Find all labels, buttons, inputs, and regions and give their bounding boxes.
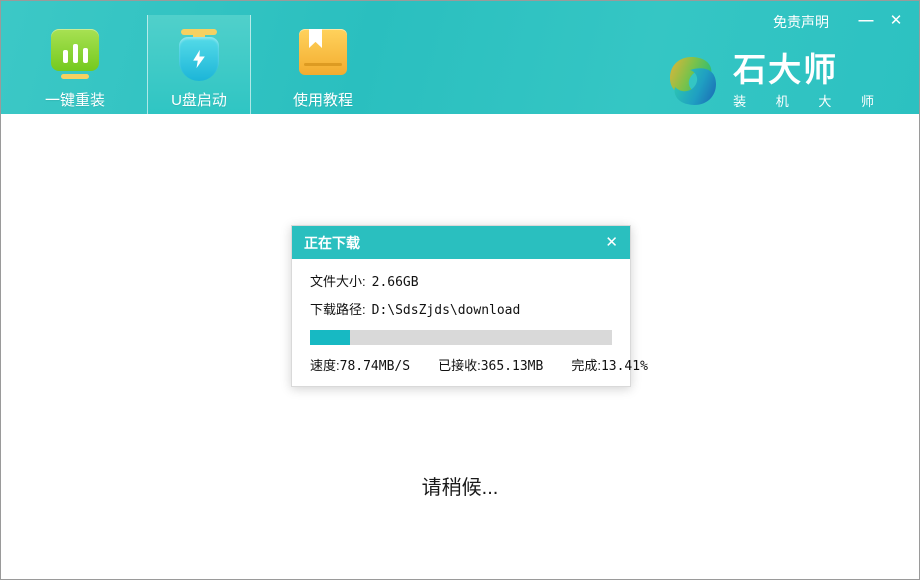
app-header: 一键重装 U盘启动 [1,1,919,114]
progress-bar-track [310,330,612,345]
dialog-close-icon[interactable]: ✕ [605,235,618,250]
tab-label: 使用教程 [293,89,353,110]
logo-subtitle: 装 机 大 师 [733,91,887,110]
speed-stat: 速度:78.74MB/S [310,355,410,374]
speed-value: 78.74MB/S [340,359,410,374]
disclaimer-link[interactable]: 免责声明 [773,12,829,32]
download-path-value: D:\SdsZjds\download [372,303,521,318]
file-size-row: 文件大小: 2.66GB [310,271,612,290]
received-value: 365.13MB [481,359,544,374]
tab-usb-boot[interactable]: U盘启动 [147,15,251,114]
file-size-label: 文件大小: [310,271,366,290]
chart-bars-icon [51,29,99,83]
logo-s-icon [663,51,723,111]
tab-label: 一键重装 [45,89,105,110]
tab-label: U盘启动 [171,89,227,110]
book-icon [299,29,347,83]
speed-label: 速度: [310,355,340,374]
lightning-icon [189,47,209,71]
tab-tutorial[interactable]: 使用教程 [271,15,375,114]
tab-one-key-reinstall[interactable]: 一键重装 [23,15,127,114]
app-window: 一键重装 U盘启动 [0,0,920,580]
progress-bar-fill [310,330,350,345]
download-stats: 速度:78.74MB/S 已接收:365.13MB 完成:13.41% [310,355,612,374]
dialog-title-bar: 正在下载 ✕ [292,226,630,259]
logo-title: 石大师 [733,52,887,88]
download-path-label: 下载路径: [310,299,366,318]
complete-label: 完成: [571,355,601,374]
please-wait-text: 请稍候... [1,471,919,500]
dialog-body: 文件大小: 2.66GB 下载路径: D:\SdsZjds\download 速… [292,259,630,386]
download-path-row: 下载路径: D:\SdsZjds\download [310,299,612,318]
complete-stat: 完成:13.41% [571,355,648,374]
received-stat: 已接收:365.13MB [438,355,543,374]
file-size-value: 2.66GB [372,275,419,290]
received-label: 已接收: [438,355,481,374]
main-tabs: 一键重装 U盘启动 [23,1,375,114]
complete-value: 13.41% [601,359,648,374]
bookmark-icon [309,29,322,48]
download-dialog: 正在下载 ✕ 文件大小: 2.66GB 下载路径: D:\SdsZjds\dow… [291,225,631,387]
dialog-title: 正在下载 [304,233,605,253]
brand-logo: 石大师 装 机 大 师 [663,51,887,111]
minimize-button[interactable]: — [853,7,879,33]
close-button[interactable]: ✕ [883,7,909,33]
usb-shield-icon [177,29,221,83]
